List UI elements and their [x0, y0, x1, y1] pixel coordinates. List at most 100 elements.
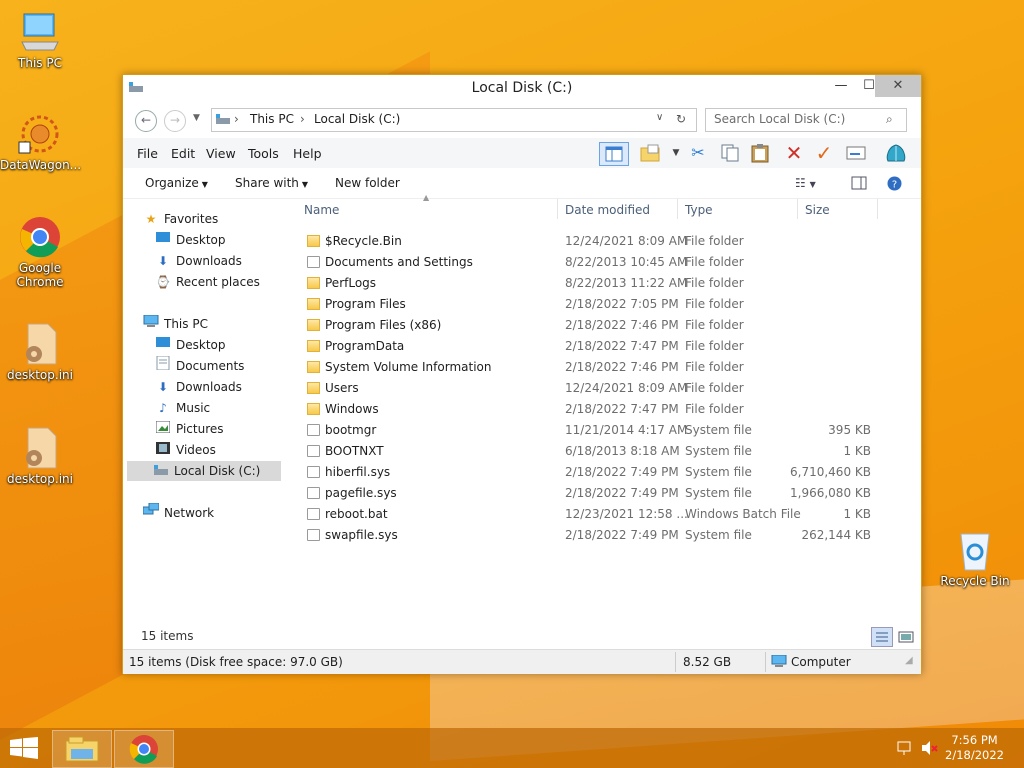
file-row[interactable]: Documents and Settings 8/22/2013 10:45 AM… [299, 252, 899, 273]
menu-help[interactable]: Help [293, 146, 322, 161]
folder-options-icon[interactable] [639, 142, 661, 164]
file-type: File folder [685, 318, 744, 332]
shell-icon[interactable] [885, 142, 907, 164]
column-divider[interactable] [557, 199, 558, 219]
copy-icon[interactable] [719, 142, 741, 164]
volume-muted-icon[interactable] [921, 740, 939, 759]
organize-button[interactable]: Organize ▼ [145, 176, 208, 190]
refresh-icon[interactable]: ↻ [676, 112, 686, 126]
column-divider[interactable] [877, 199, 878, 219]
file-row[interactable]: swapfile.sys 2/18/2022 7:49 PM System file… [299, 525, 899, 546]
taskbar: 7:56 PM 2/18/2022 [0, 728, 1024, 768]
file-row[interactable]: hiberfil.sys 2/18/2022 7:49 PM System file… [299, 462, 899, 483]
nav-network[interactable]: Network [142, 502, 214, 523]
file-row[interactable]: pagefile.sys 2/18/2022 7:49 PM System file… [299, 483, 899, 504]
view-options-icon[interactable]: ☷ ▼ [795, 176, 816, 190]
nav-favorites[interactable]: ★ Favorites [143, 209, 219, 229]
file-row[interactable]: Program Files 2/18/2022 7:05 PM File folde… [299, 294, 899, 315]
desktop-icon-this-pc[interactable]: This PC [0, 10, 80, 70]
item-count: 15 items [141, 629, 194, 643]
file-date: 2/18/2022 7:05 PM [565, 297, 679, 311]
file-name: Windows [325, 402, 379, 416]
system-clock[interactable]: 7:56 PM 2/18/2022 [945, 733, 1004, 763]
file-row[interactable]: bootmgr 11/21/2014 4:17 AM System file 395 … [299, 420, 899, 441]
column-header-name[interactable]: Name [304, 203, 339, 217]
file-type: System file [685, 423, 752, 437]
menu-edit[interactable]: Edit [171, 146, 195, 161]
cut-icon[interactable]: ✂ [687, 142, 709, 164]
taskbar-file-explorer[interactable] [52, 730, 112, 768]
title-bar[interactable]: Local Disk (C:) — ☐ ✕ [123, 75, 921, 103]
menu-file[interactable]: File [137, 146, 158, 161]
desktop-icon-datawagon[interactable]: DataWagon... [0, 112, 81, 172]
file-icon [307, 424, 320, 436]
new-folder-button[interactable]: New folder [335, 176, 400, 190]
column-header-date[interactable]: Date modified [565, 203, 650, 217]
column-divider[interactable] [797, 199, 798, 219]
column-header-size[interactable]: Size [805, 203, 830, 217]
nav-pc-documents[interactable]: Documents [155, 355, 244, 376]
nav-pc-local-disk[interactable]: Local Disk (C:) [127, 461, 281, 481]
file-row[interactable]: System Volume Information 2/18/2022 7:46 … [299, 357, 899, 378]
recycle-bin-icon [953, 528, 997, 572]
share-with-button[interactable]: Share with ▼ [235, 176, 308, 190]
explorer-window: Local Disk (C:) — ☐ ✕ ← → ▼ › This PC › … [122, 74, 922, 674]
file-type: File folder [685, 339, 744, 353]
file-row[interactable]: Users 12/24/2021 8:09 AM File folder [299, 378, 899, 399]
address-bar[interactable]: › This PC › Local Disk (C:) ∨ ↻ [211, 108, 697, 132]
file-row[interactable]: BOOTNXT 6/18/2013 8:18 AM System file 1 KB [299, 441, 899, 462]
recent-locations-dropdown[interactable]: ▼ [193, 113, 200, 123]
windows-logo-icon [10, 737, 38, 759]
resize-grip-icon[interactable]: ◢ [905, 655, 913, 666]
search-box[interactable]: Search Local Disk (C:) ⌕ [705, 108, 907, 132]
nav-pc-pictures[interactable]: Pictures [155, 419, 224, 439]
file-row[interactable]: PerfLogs 8/22/2013 11:22 AM File folder [299, 273, 899, 294]
help-icon[interactable]: ? [887, 176, 902, 194]
desktop-icon-recycle-bin[interactable]: Recycle Bin [935, 528, 1015, 588]
file-row[interactable]: Windows 2/18/2022 7:47 PM File folder [299, 399, 899, 420]
network-tray-icon[interactable] [897, 740, 915, 759]
delete-icon[interactable]: ✕ [783, 142, 805, 164]
nav-fav-desktop[interactable]: Desktop [155, 230, 226, 250]
details-view-icon[interactable] [871, 627, 893, 647]
file-row[interactable]: $Recycle.Bin 12/24/2021 8:09 AM File folde… [299, 231, 899, 252]
nav-fav-recent[interactable]: ⌚ Recent places [155, 272, 260, 292]
forward-button[interactable]: → [164, 110, 186, 132]
nav-this-pc[interactable]: This PC [143, 314, 208, 334]
desktop-icon-chrome[interactable]: Google Chrome [0, 215, 80, 289]
preview-pane-toggle-icon[interactable] [851, 176, 867, 193]
desktop-icon-desktop-ini-2[interactable]: desktop.ini [0, 426, 80, 486]
breadcrumb-local-disk[interactable]: Local Disk (C:) [314, 112, 400, 126]
file-row[interactable]: ProgramData 2/18/2022 7:47 PM File folder [299, 336, 899, 357]
back-button[interactable]: ← [135, 110, 157, 132]
file-row[interactable]: Program Files (x86) 2/18/2022 7:46 PM File… [299, 315, 899, 336]
preview-pane-icon[interactable] [599, 142, 629, 166]
start-button[interactable] [10, 737, 38, 762]
rename-icon[interactable] [845, 142, 867, 164]
column-divider[interactable] [677, 199, 678, 219]
nav-fav-downloads[interactable]: ⬇ Downloads [155, 251, 242, 271]
search-input[interactable]: Search Local Disk (C:) [714, 112, 845, 126]
file-name: swapfile.sys [325, 528, 398, 542]
paste-icon[interactable] [749, 142, 771, 164]
address-dropdown-icon[interactable]: ∨ [656, 112, 663, 123]
nav-pc-music[interactable]: ♪ Music [155, 398, 210, 418]
nav-pc-desktop[interactable]: Desktop [155, 335, 226, 355]
file-icon [307, 445, 320, 457]
checkmark-icon[interactable]: ✓ [813, 142, 835, 164]
desktop-icon-desktop-ini-1[interactable]: desktop.ini [0, 322, 80, 382]
nav-pc-videos[interactable]: Videos [155, 440, 216, 460]
close-button[interactable]: ✕ [875, 75, 921, 97]
taskbar-chrome[interactable] [114, 730, 174, 768]
menu-tools[interactable]: Tools [248, 146, 279, 161]
breadcrumb-this-pc[interactable]: This PC [250, 112, 294, 126]
column-header-type[interactable]: Type [685, 203, 713, 217]
minimize-button[interactable]: — [827, 75, 855, 97]
file-row[interactable]: reboot.bat 12/23/2021 12:58 ... Windows Ba… [299, 504, 899, 525]
menu-view[interactable]: View [206, 146, 236, 161]
large-icons-view-icon[interactable] [895, 627, 917, 647]
nav-pc-downloads[interactable]: ⬇ Downloads [155, 377, 242, 397]
chevron-down-icon[interactable]: ▼ [665, 142, 687, 164]
folder-icon [307, 340, 320, 352]
search-icon[interactable]: ⌕ [886, 112, 893, 127]
